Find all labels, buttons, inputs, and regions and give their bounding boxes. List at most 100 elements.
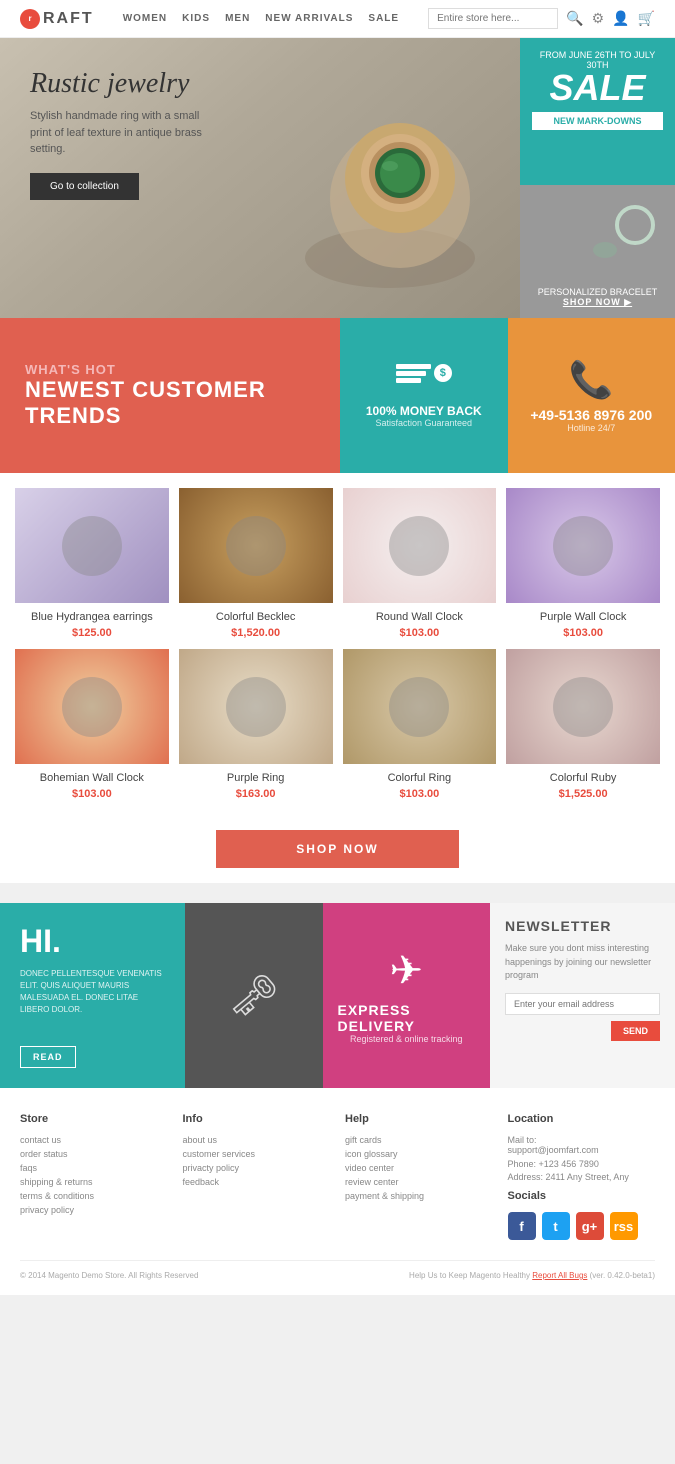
- footer-bottom: © 2014 Magento Demo Store. All Rights Re…: [20, 1260, 655, 1280]
- footer-info-title: Info: [183, 1113, 331, 1125]
- footer-link[interactable]: contact us: [20, 1135, 168, 1145]
- banner-row: WHAT'S HOT NEWEST CUSTOMER TRENDS $ 100%…: [0, 318, 675, 473]
- delivery-title: EXPRESS DELIVERY: [338, 1002, 476, 1034]
- product-card[interactable]: Colorful Ring $103.00: [343, 649, 497, 800]
- header-actions: 🔍 ⚙ 👤 🛒: [428, 8, 655, 29]
- footer-phone: Phone: +123 456 7890: [508, 1159, 656, 1169]
- product-name: Blue Hydrangea earrings: [15, 611, 169, 623]
- promo-row: HI. DONEC PELLENTESQUE VENENATIS ELIT. Q…: [0, 903, 675, 1088]
- footer-link[interactable]: about us: [183, 1135, 331, 1145]
- footer-link[interactable]: video center: [345, 1163, 493, 1173]
- twitter-button[interactable]: t: [542, 1212, 570, 1240]
- bracelet-label: PERSONALIZED BRACELET: [538, 287, 658, 297]
- product-image: [506, 488, 660, 603]
- product-card[interactable]: Bohemian Wall Clock $103.00: [15, 649, 169, 800]
- main-nav: WOMEN KIDS MEN NEW ARRIVALS SALE: [123, 13, 399, 24]
- money-back-sub: Satisfaction Guaranteed: [375, 418, 472, 428]
- promo-keys-image: 🗝: [185, 903, 323, 1088]
- googleplus-button[interactable]: g+: [576, 1212, 604, 1240]
- copyright-text: © 2014 Magento Demo Store. All Rights Re…: [20, 1271, 198, 1280]
- product-card[interactable]: Blue Hydrangea earrings $125.00: [15, 488, 169, 639]
- promo-hi-text: DONEC PELLENTESQUE VENENATIS ELIT. QUIS …: [20, 968, 165, 1038]
- hero-cta-button[interactable]: Go to collection: [30, 173, 139, 200]
- nav-men[interactable]: MEN: [225, 13, 250, 24]
- product-name: Colorful Ring: [343, 772, 497, 784]
- product-card[interactable]: Round Wall Clock $103.00: [343, 488, 497, 639]
- product-price: $1,525.00: [506, 788, 660, 800]
- footer: Store contact us order status faqs shipp…: [0, 1088, 675, 1295]
- footer-location-col: Location Mail to: support@joomfart.com P…: [508, 1113, 656, 1240]
- footer-link[interactable]: privacty policy: [183, 1163, 331, 1173]
- account-icon[interactable]: 👤: [612, 10, 629, 27]
- newsletter-send-button[interactable]: SEND: [611, 1021, 660, 1041]
- product-image: [343, 488, 497, 603]
- banner-phone: 📞 +49-5136 8976 200 Hotline 24/7: [508, 318, 675, 473]
- hero-main: Rustic jewelry Stylish handmade ring wit…: [0, 38, 520, 318]
- product-image: [343, 649, 497, 764]
- footer-mail-label: Mail to: support@joomfart.com: [508, 1135, 656, 1155]
- nav-new-arrivals[interactable]: NEW ARRIVALS: [265, 13, 353, 24]
- sale-text: SALE: [532, 70, 663, 106]
- product-card[interactable]: Colorful Ruby $1,525.00: [506, 649, 660, 800]
- hero-sale-banner: FROM JUNE 26TH TO JULY 30TH SALE NEW MAR…: [520, 38, 675, 185]
- hero-subtitle: Stylish handmade ring with a small print…: [30, 108, 210, 158]
- logo: r RAFT: [20, 9, 94, 29]
- footer-help-title: Help: [345, 1113, 493, 1125]
- footer-link[interactable]: icon glossary: [345, 1149, 493, 1159]
- footer-link[interactable]: terms & conditions: [20, 1191, 168, 1201]
- footer-link[interactable]: feedback: [183, 1177, 331, 1187]
- bracelet-link[interactable]: SHOP NOW ▶: [563, 297, 632, 308]
- sale-sub-text: NEW MARK-DOWNS: [532, 112, 663, 130]
- shop-now-button[interactable]: SHOP NOW: [216, 830, 458, 868]
- footer-store-col: Store contact us order status faqs shipp…: [20, 1113, 168, 1240]
- product-card[interactable]: Purple Ring $163.00: [179, 649, 333, 800]
- footer-link[interactable]: faqs: [20, 1163, 168, 1173]
- product-name: Round Wall Clock: [343, 611, 497, 623]
- phone-sub: Hotline 24/7: [567, 423, 615, 433]
- product-price: $125.00: [15, 627, 169, 639]
- nav-sale[interactable]: SALE: [368, 13, 399, 24]
- newsletter-email-input[interactable]: [505, 993, 660, 1015]
- footer-email-link[interactable]: support@joomfart.com: [508, 1145, 656, 1155]
- promo-delivery-banner: ✈ EXPRESS DELIVERY Registered & online t…: [323, 903, 491, 1088]
- settings-icon[interactable]: ⚙: [592, 10, 605, 27]
- product-card[interactable]: Colorful Becklec $1,520.00: [179, 488, 333, 639]
- delivery-sub: Registered & online tracking: [350, 1034, 463, 1044]
- phone-number: +49-5136 8976 200: [530, 407, 652, 423]
- footer-link[interactable]: gift cards: [345, 1135, 493, 1145]
- product-name: Colorful Becklec: [179, 611, 333, 623]
- product-image: [506, 649, 660, 764]
- facebook-button[interactable]: f: [508, 1212, 536, 1240]
- search-input[interactable]: [428, 8, 558, 29]
- nav-women[interactable]: WOMEN: [123, 13, 167, 24]
- products-section: Blue Hydrangea earrings $125.00 Colorful…: [0, 473, 675, 815]
- dollar-icon: $: [434, 364, 452, 382]
- product-price: $103.00: [506, 627, 660, 639]
- footer-info-col: Info about us customer services privacty…: [183, 1113, 331, 1240]
- rss-button[interactable]: rss: [610, 1212, 638, 1240]
- money-back-icon: $: [399, 364, 449, 404]
- footer-link[interactable]: customer services: [183, 1149, 331, 1159]
- cart-icon[interactable]: 🛒: [638, 10, 655, 27]
- product-card[interactable]: Purple Wall Clock $103.00: [506, 488, 660, 639]
- bracelet-image: [585, 195, 665, 275]
- banner-money-back: $ 100% MONEY BACK Satisfaction Guarantee…: [340, 318, 508, 473]
- logo-text: RAFT: [43, 10, 94, 28]
- header: r RAFT WOMEN KIDS MEN NEW ARRIVALS SALE …: [0, 0, 675, 38]
- hero-bracelet-banner: PERSONALIZED BRACELET SHOP NOW ▶: [520, 185, 675, 318]
- footer-link[interactable]: review center: [345, 1177, 493, 1187]
- report-bugs-link[interactable]: Report All Bugs: [532, 1271, 587, 1280]
- product-price: $103.00: [343, 627, 497, 639]
- product-name: Purple Wall Clock: [506, 611, 660, 623]
- nav-kids[interactable]: KIDS: [182, 13, 210, 24]
- banner-hot-title: NEWEST CUSTOMER TRENDS: [25, 377, 315, 430]
- promo-read-button[interactable]: READ: [20, 1046, 76, 1068]
- shop-now-section: SHOP NOW: [0, 815, 675, 883]
- footer-link[interactable]: order status: [20, 1149, 168, 1159]
- footer-link[interactable]: payment & shipping: [345, 1191, 493, 1201]
- footer-link[interactable]: privacy policy: [20, 1205, 168, 1215]
- footer-link[interactable]: shipping & returns: [20, 1177, 168, 1187]
- footer-address: Address: 2411 Any Street, Any: [508, 1172, 656, 1182]
- promo-hi-title: HI.: [20, 923, 165, 960]
- search-icon[interactable]: 🔍: [566, 10, 583, 27]
